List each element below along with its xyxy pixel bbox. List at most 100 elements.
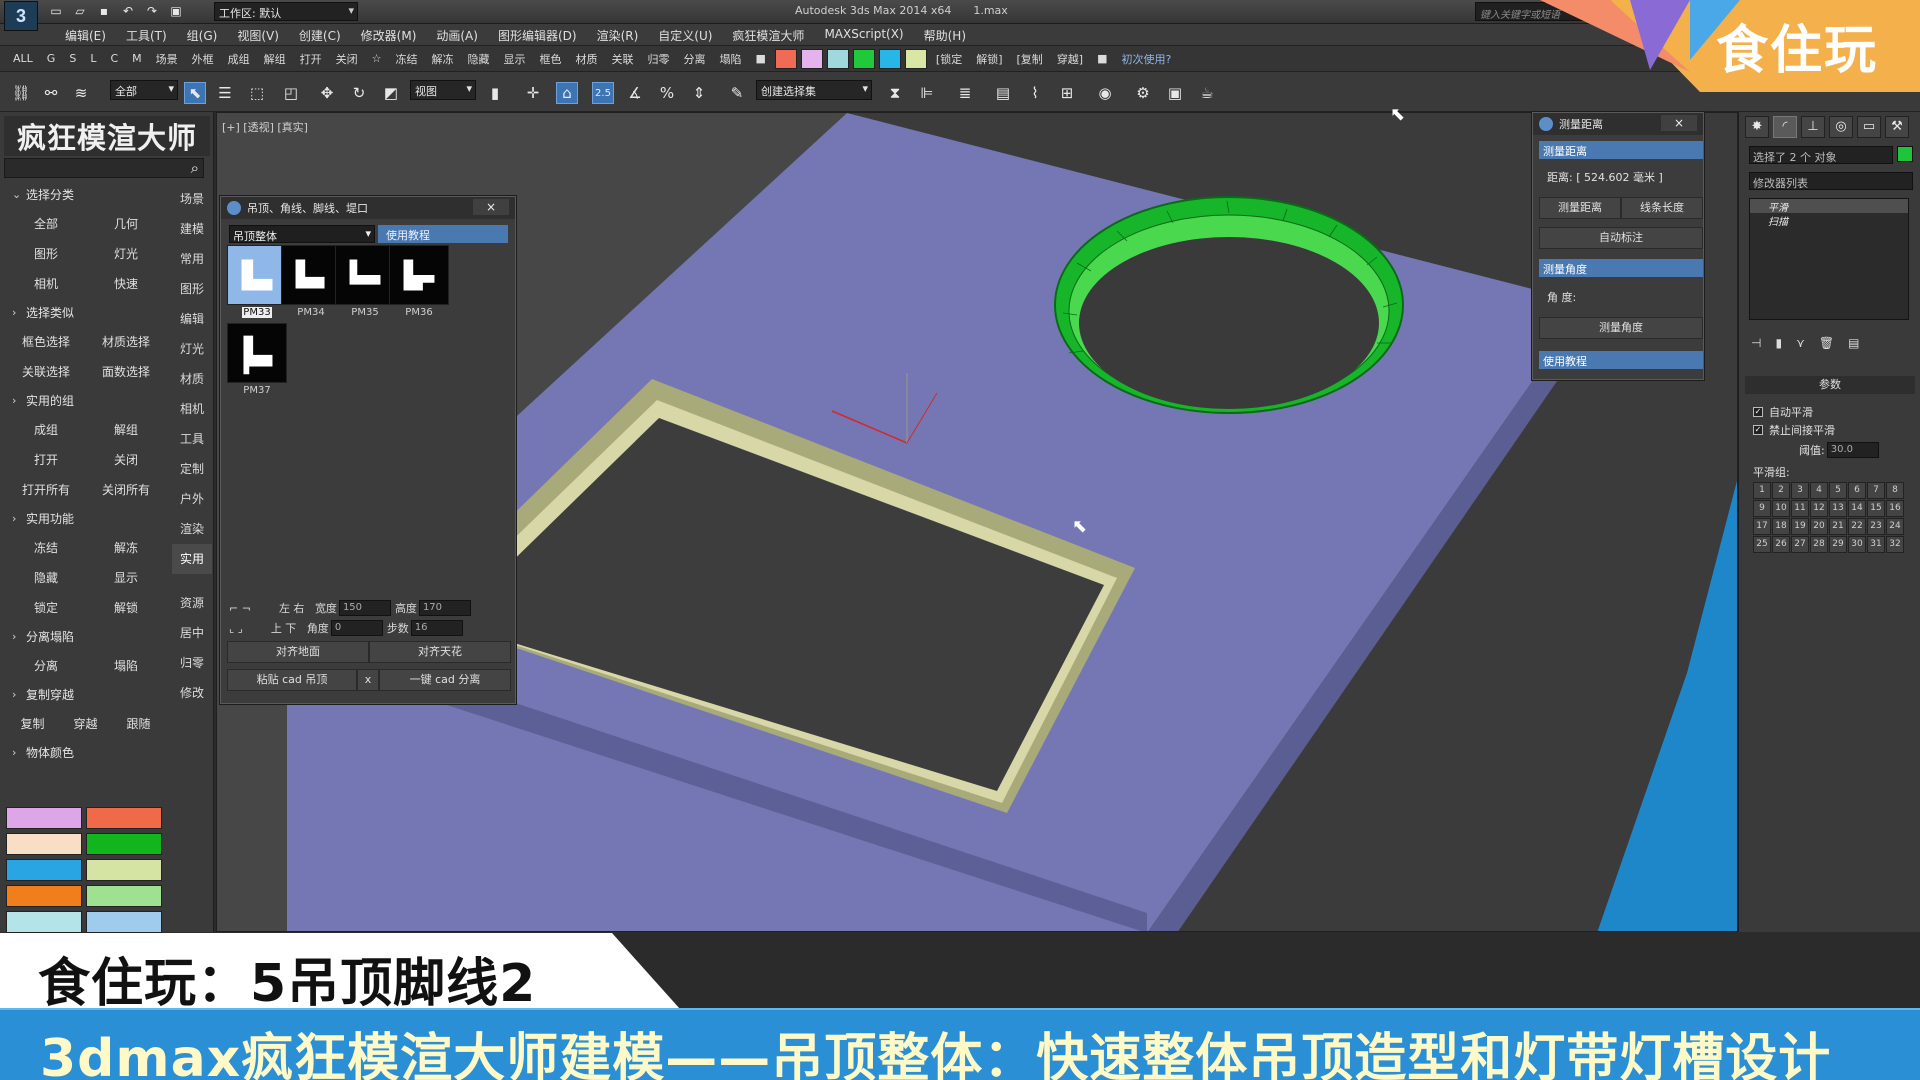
wire-color-swatch[interactable]: [800, 48, 823, 69]
auto-smooth-checkbox[interactable]: ✓ 自动平滑: [1753, 404, 1813, 420]
square-icon[interactable]: ■: [749, 52, 773, 65]
wire-color-swatch[interactable]: [774, 48, 797, 69]
object-color-button[interactable]: [6, 859, 82, 881]
open-file-icon[interactable]: ▱: [72, 3, 88, 19]
profile-thumbnail[interactable]: [281, 245, 341, 305]
named-selection-dropdown[interactable]: 创建选择集: [756, 80, 872, 100]
smoothing-group-button[interactable]: 19: [1791, 518, 1809, 535]
plugin-tab[interactable]: 工具: [172, 424, 212, 454]
lr-button[interactable]: 左 右: [279, 600, 315, 616]
plugin-bar-button[interactable]: [锁定: [929, 51, 969, 67]
percent-snap-icon[interactable]: %: [656, 82, 678, 104]
menu-item[interactable]: 修改器(M): [351, 24, 427, 45]
plugin-button[interactable]: 复制: [6, 715, 59, 732]
smoothing-group-button[interactable]: 17: [1753, 518, 1771, 535]
align-icon[interactable]: ⊫: [916, 82, 938, 104]
plugin-bar-button[interactable]: 关闭: [329, 51, 365, 67]
scale-icon[interactable]: ◩: [380, 82, 402, 104]
modify-tab-icon[interactable]: ◜: [1773, 116, 1797, 138]
menu-item[interactable]: 自定义(U): [648, 24, 722, 45]
plugin-bar-button[interactable]: 材质: [569, 51, 605, 67]
plugin-bar-button[interactable]: 塌陷: [713, 51, 749, 67]
plugin-button[interactable]: 解冻: [86, 539, 166, 556]
plugin-button[interactable]: 材质选择: [86, 333, 166, 350]
plugin-button[interactable]: 解组: [86, 421, 166, 438]
flip-corner-icon[interactable]: ⌐ ¬: [229, 602, 251, 615]
smoothing-group-button[interactable]: 27: [1791, 536, 1809, 553]
plugin-button[interactable]: 打开: [6, 451, 86, 468]
schematic-view-icon[interactable]: ⊞: [1056, 82, 1078, 104]
smoothing-group-button[interactable]: 4: [1810, 482, 1828, 499]
plugin-bar-button[interactable]: 冻结: [389, 51, 425, 67]
menu-item[interactable]: 组(G): [177, 24, 228, 45]
plugin-button[interactable]: 分离: [6, 657, 86, 674]
smoothing-group-button[interactable]: 20: [1810, 518, 1828, 535]
render-icon[interactable]: ☕: [1196, 82, 1218, 104]
plugin-bar-button[interactable]: 归零: [641, 51, 677, 67]
plugin-tab[interactable]: 建模: [172, 214, 212, 244]
viewport-label[interactable]: [+] [透视] [真实]: [222, 119, 308, 135]
wire-color-swatch[interactable]: [852, 48, 875, 69]
plugin-button[interactable]: 显示: [86, 569, 166, 586]
pivot-center-icon[interactable]: ▮: [484, 82, 506, 104]
smoothing-group-button[interactable]: 18: [1772, 518, 1790, 535]
plugin-button[interactable]: 图形: [6, 245, 86, 262]
smoothing-group-button[interactable]: 15: [1867, 500, 1885, 517]
split-cad-button[interactable]: 一键 cad 分离: [379, 669, 511, 691]
modifier-stack-item[interactable]: 扫描: [1750, 213, 1908, 228]
plugin-bar-button[interactable]: 外框: [185, 51, 221, 67]
object-color-button[interactable]: [86, 911, 162, 933]
rotate-icon[interactable]: ↻: [348, 82, 370, 104]
plugin-button[interactable]: 关联选择: [6, 363, 86, 380]
no-indirect-checkbox[interactable]: ✓ 禁止间接平滑: [1753, 422, 1835, 438]
threshold-spinner[interactable]: 30.0: [1826, 442, 1879, 458]
create-tab-icon[interactable]: ✸: [1745, 116, 1769, 138]
unlink-icon[interactable]: ⚯: [40, 82, 62, 104]
configure-sets-icon[interactable]: ▤: [1848, 336, 1859, 350]
menu-item[interactable]: 图形编辑器(D): [488, 24, 587, 45]
object-color-button[interactable]: [86, 859, 162, 881]
smoothing-group-button[interactable]: 8: [1886, 482, 1904, 499]
smoothing-group-button[interactable]: 13: [1829, 500, 1847, 517]
smoothing-group-button[interactable]: 25: [1753, 536, 1771, 553]
menu-item[interactable]: 疯狂模渲大师: [722, 24, 814, 45]
plugin-button[interactable]: 冻结: [6, 539, 86, 556]
plugin-button[interactable]: 成组: [6, 421, 86, 438]
smoothing-group-button[interactable]: 9: [1753, 500, 1771, 517]
smoothing-group-button[interactable]: 10: [1772, 500, 1790, 517]
measure-tutorial-section[interactable]: 使用教程: [1539, 351, 1703, 369]
object-color-button[interactable]: [6, 807, 82, 829]
save-file-icon[interactable]: ▪: [96, 3, 112, 19]
steps-spinner[interactable]: 16: [410, 620, 463, 636]
modifier-list-dropdown[interactable]: 修改器列表: [1749, 172, 1913, 190]
new-file-icon[interactable]: ▭: [48, 3, 64, 19]
profile-thumbnail[interactable]: [335, 245, 395, 305]
smoothing-group-button[interactable]: 30: [1848, 536, 1866, 553]
measure-angle-section[interactable]: 测量角度: [1539, 259, 1703, 277]
plugin-bar-button[interactable]: G: [40, 52, 63, 65]
angle-spinner[interactable]: 0: [330, 620, 383, 636]
mirror-icon[interactable]: ⧗: [884, 82, 906, 104]
plugin-button[interactable]: 跟随: [112, 715, 165, 732]
remove-modifier-icon[interactable]: 🗑: [1819, 336, 1834, 350]
plugin-button[interactable]: 解锁: [86, 599, 166, 616]
plugin-bar-button[interactable]: 成组: [221, 51, 257, 67]
selection-name-field[interactable]: 选择了 2 个 对象: [1749, 146, 1893, 164]
plugin-tab[interactable]: 资源: [172, 588, 212, 618]
smoothing-group-button[interactable]: 28: [1810, 536, 1828, 553]
plugin-bar-button[interactable]: 解冻: [425, 51, 461, 67]
plugin-bar-button[interactable]: [复制: [1010, 51, 1050, 67]
plugin-bar-button[interactable]: 场景: [149, 51, 185, 67]
object-color-button[interactable]: [6, 833, 82, 855]
select-object-icon[interactable]: ⬉: [184, 82, 206, 104]
plugin-section-header[interactable]: › 选择类似: [6, 298, 166, 326]
plugin-button[interactable]: 隐藏: [6, 569, 86, 586]
auto-dimension-button[interactable]: 自动标注: [1539, 227, 1703, 249]
plugin-button[interactable]: 关闭所有: [86, 481, 166, 498]
render-frame-icon[interactable]: ▣: [1164, 82, 1186, 104]
smoothing-group-button[interactable]: 14: [1848, 500, 1866, 517]
material-editor-icon[interactable]: ◉: [1094, 82, 1116, 104]
plugin-bar-button[interactable]: L: [83, 52, 103, 65]
plugin-section-header[interactable]: › 分离塌陷: [6, 622, 166, 650]
smoothing-group-button[interactable]: 11: [1791, 500, 1809, 517]
